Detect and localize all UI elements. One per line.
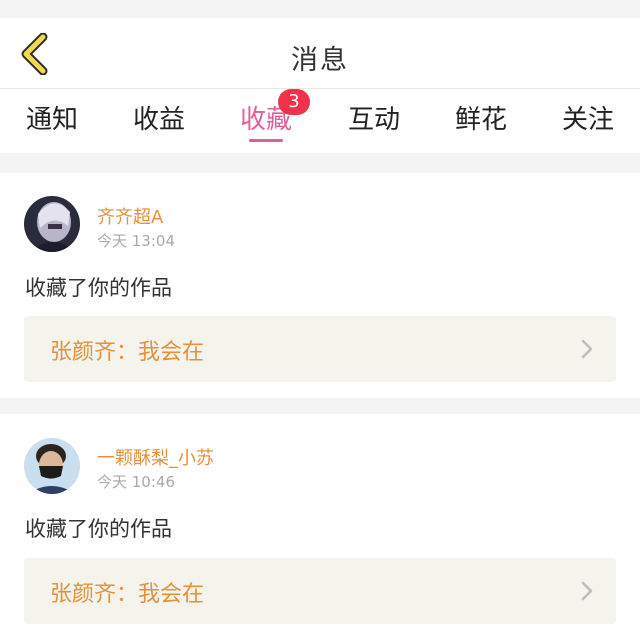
tab-following[interactable]: 关注 <box>538 99 638 145</box>
tab-earnings[interactable]: 收益 <box>109 99 209 145</box>
section-gap <box>0 398 640 414</box>
unread-badge: 3 <box>278 89 310 115</box>
avatar[interactable] <box>24 438 80 494</box>
app-header: 消息 <box>0 18 640 88</box>
tab-bar: 通知 收益 收藏 3 互动 鲜花 关注 <box>0 89 640 153</box>
message-card: 齐齐超A 今天 13:04 收藏了你的作品 张颜齐：我会在 <box>0 173 640 398</box>
tab-label: 鲜花 <box>454 105 507 135</box>
avatar-person-masked-icon <box>24 438 80 494</box>
username[interactable]: 一颗酥梨_小苏 <box>97 444 214 470</box>
action-text: 收藏了你的作品 <box>25 276 172 300</box>
page-title: 消息 <box>291 45 349 76</box>
quoted-work[interactable]: 张颜齐：我会在 <box>24 316 616 382</box>
tab-interactions[interactable]: 互动 <box>324 99 424 145</box>
quoted-work-title: 张颜齐：我会在 <box>50 582 205 607</box>
tab-flowers[interactable]: 鲜花 <box>431 99 531 145</box>
action-text: 收藏了你的作品 <box>25 517 172 541</box>
username[interactable]: 齐齐超A <box>97 203 163 229</box>
section-gap <box>0 153 640 173</box>
quoted-work[interactable]: 张颜齐：我会在 <box>24 558 616 624</box>
timestamp: 今天 13:04 <box>97 232 175 250</box>
avatar[interactable] <box>24 196 80 252</box>
status-bar <box>0 0 640 18</box>
tab-label: 通知 <box>25 105 78 135</box>
timestamp: 今天 10:46 <box>97 473 175 491</box>
tab-label: 关注 <box>561 105 614 135</box>
tab-favorites[interactable]: 收藏 3 <box>216 89 316 145</box>
tab-label: 收益 <box>132 105 185 135</box>
tab-label: 互动 <box>347 105 400 135</box>
quoted-work-title: 张颜齐：我会在 <box>50 340 205 365</box>
tab-notifications[interactable]: 通知 <box>2 99 102 145</box>
message-card: 一颗酥梨_小苏 今天 10:46 收藏了你的作品 张颜齐：我会在 <box>0 414 640 635</box>
chevron-right-icon <box>581 339 593 359</box>
chevron-right-icon <box>581 581 593 601</box>
avatar-anime-character-icon <box>24 196 80 252</box>
active-tab-indicator <box>249 139 283 142</box>
